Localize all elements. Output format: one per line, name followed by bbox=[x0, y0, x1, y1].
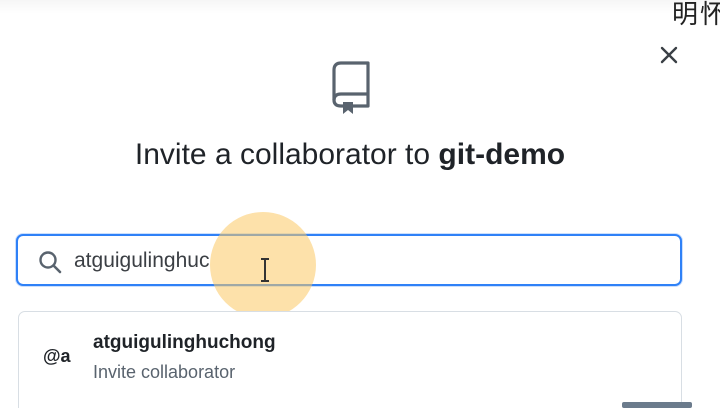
suggestion-subtitle: Invite collaborator bbox=[93, 362, 236, 382]
search-icon bbox=[39, 251, 62, 274]
bottom-edge-mark bbox=[622, 402, 692, 408]
repo-name: git-demo bbox=[438, 138, 566, 171]
dialog-title: Invite a collaborator to git-demo bbox=[0, 138, 700, 172]
title-prefix: Invite a collaborator to bbox=[134, 138, 439, 171]
suggestion-item[interactable]: @a atguigulinghuchong Invite collaborato… bbox=[18, 311, 682, 408]
search-input[interactable] bbox=[74, 244, 664, 278]
invite-collaborator-dialog: 明怀 Invite a collaborator to git-demo @a … bbox=[0, 0, 720, 408]
collaborator-search-box[interactable] bbox=[16, 234, 682, 286]
close-icon bbox=[660, 46, 678, 64]
overlay-text: 明怀 bbox=[671, 0, 720, 30]
top-strip bbox=[0, 0, 720, 14]
repo-icon bbox=[332, 61, 370, 114]
close-button[interactable] bbox=[654, 40, 684, 70]
avatar: @a bbox=[43, 346, 71, 366]
suggestion-username: atguigulinghuchong bbox=[93, 332, 276, 353]
